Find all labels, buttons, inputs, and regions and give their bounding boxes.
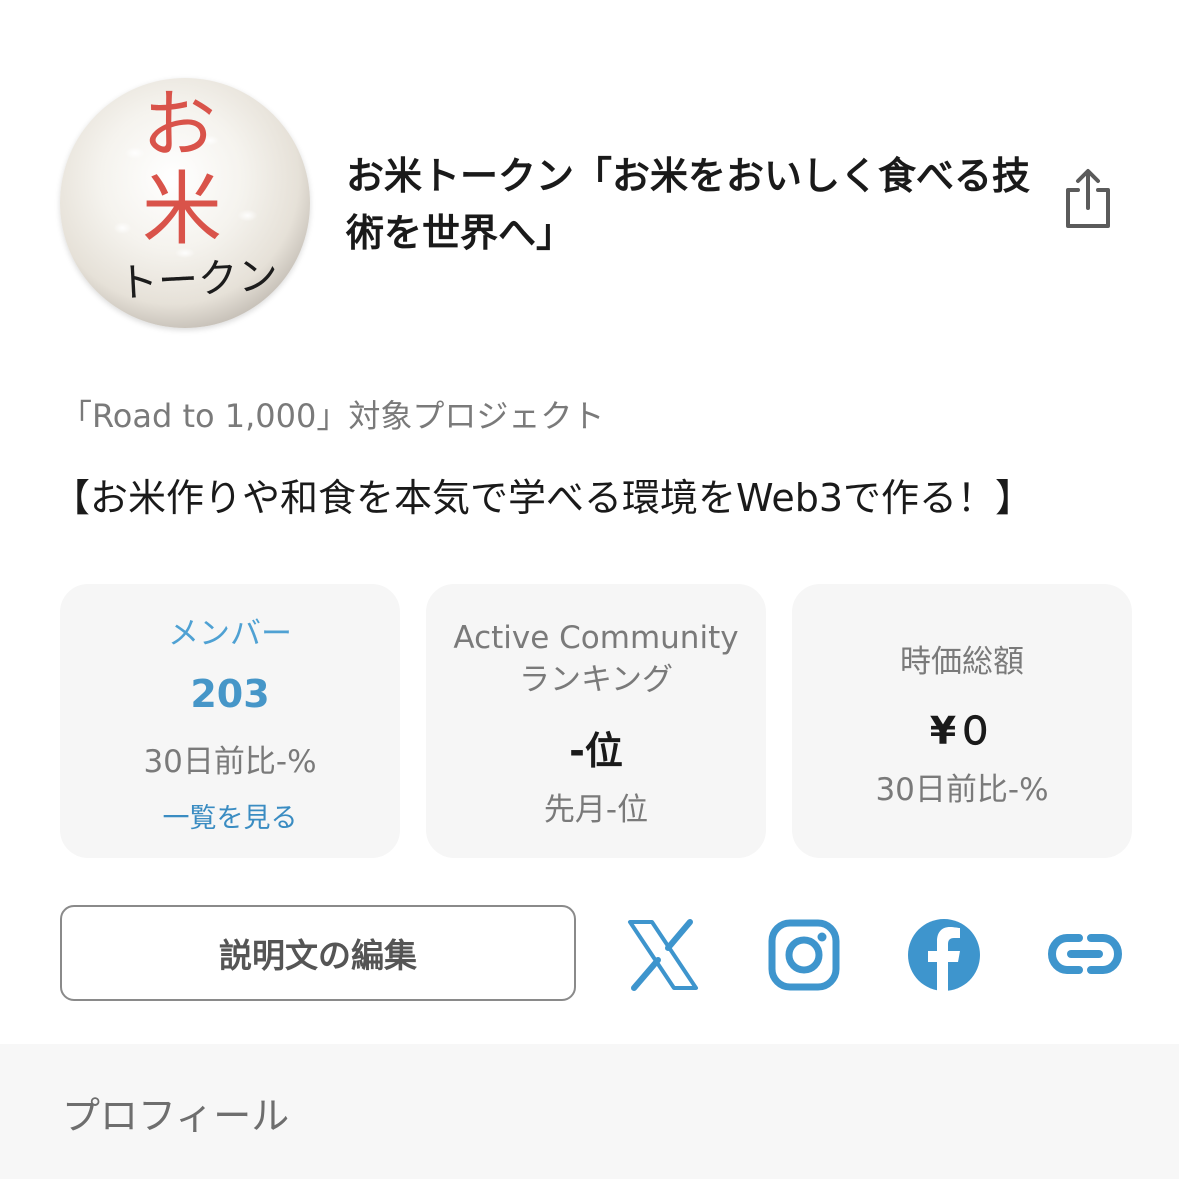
share-icon[interactable] [1060, 168, 1116, 230]
ranking-card: Active Community ランキング -位 先月-位 [426, 584, 766, 858]
market-cap-value: ¥０ [929, 709, 995, 753]
avatar-token-text: トークン [116, 252, 280, 308]
ranking-label-line2: ランキング [518, 662, 674, 698]
avatar-char-kome: 米 [142, 163, 222, 256]
x-icon[interactable] [626, 918, 700, 992]
facebook-icon[interactable] [907, 918, 981, 992]
road-to-1000-label: 「Road to 1,000」対象プロジェクト [60, 397, 605, 435]
members-change: 30日前比-% [143, 744, 317, 780]
members-card: メンバー 203 30日前比-% 一覧を見る [60, 584, 400, 858]
project-tagline: 【お米作りや和食を本気で学べる環境をWeb3で作る！】 [52, 476, 1034, 520]
members-label: メンバー [168, 616, 292, 652]
view-members-link[interactable]: 一覧を見る [60, 796, 400, 835]
market-cap-card: 時価総額 ¥０ 30日前比-% [792, 584, 1132, 858]
link-icon[interactable] [1047, 930, 1123, 978]
market-cap-change: 30日前比-% [875, 772, 1049, 808]
members-count: 203 [190, 672, 270, 716]
avatar-char-o: お [142, 82, 216, 168]
edit-description-button[interactable]: 説明文の編集 [60, 905, 576, 1001]
instagram-icon[interactable] [767, 918, 841, 992]
ranking-label-line1: Active Community [453, 620, 739, 656]
ranking-value: -位 [569, 729, 623, 773]
market-cap-label: 時価総額 [900, 644, 1024, 680]
project-title: お米トークン「お米をおいしく食べる技術を世界へ」 [346, 154, 1031, 255]
project-page: お 米 トークン お米トークン「お米をおいしく食べる技術を世界へ」 「Road … [0, 0, 1179, 1179]
profile-heading: プロフィール [62, 1094, 290, 1138]
ranking-previous: 先月-位 [543, 792, 649, 828]
project-avatar: お 米 トークン [60, 78, 310, 328]
